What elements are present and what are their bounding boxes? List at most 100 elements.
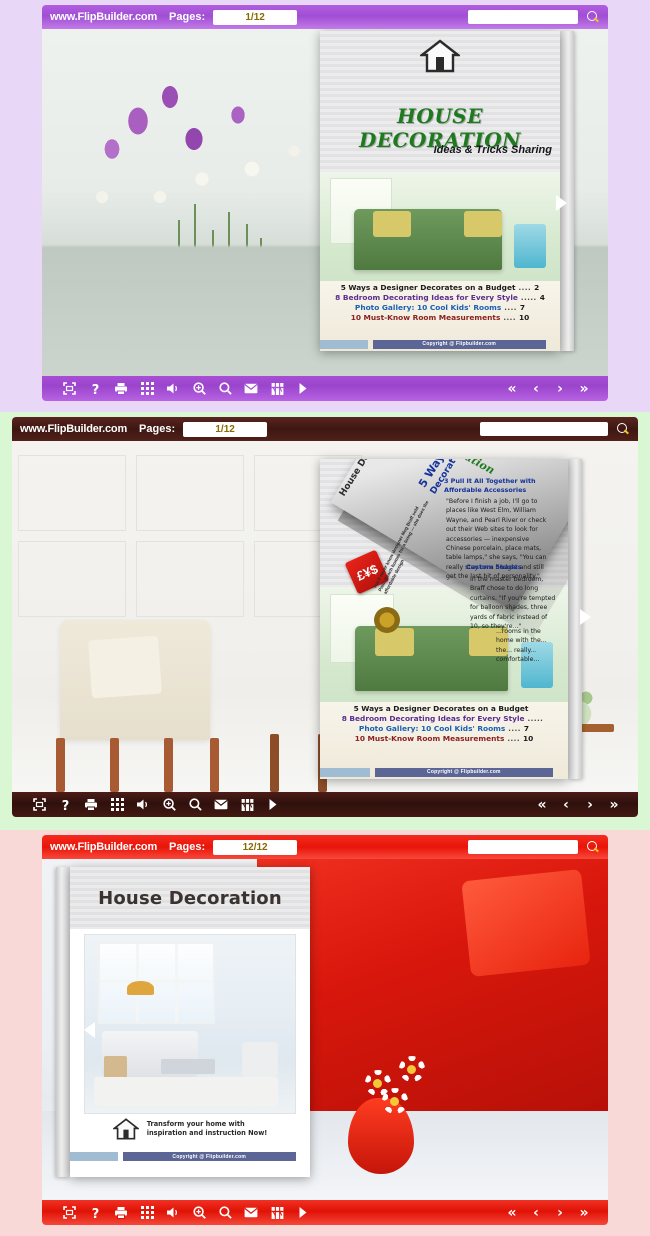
bottom-toolbar: ? « ‹ › »: [42, 376, 608, 401]
chair-leg: [110, 738, 119, 792]
toc-dots: ....: [503, 313, 516, 322]
auto-flip-icon[interactable]: [260, 794, 286, 816]
search-input[interactable]: [480, 422, 608, 436]
cover-photo: [320, 171, 560, 281]
search-icon[interactable]: [586, 10, 600, 24]
sound-icon[interactable]: [130, 794, 156, 816]
footer-block: [320, 339, 368, 349]
top-bar: www.FlipBuilder.com Pages: 12/12: [42, 835, 608, 859]
print-icon[interactable]: [78, 794, 104, 816]
turn-article-heading-2: Custom Shades: [466, 563, 522, 571]
last-page-button[interactable]: »: [604, 794, 624, 816]
page-indicator-input[interactable]: 1/12: [213, 9, 298, 25]
cover-lamp: [514, 224, 546, 268]
chair-leg: [210, 738, 219, 792]
toc-row: 10 Must-Know Room Measurements .... 10: [320, 313, 560, 323]
page-indicator-input[interactable]: 1/12: [183, 421, 268, 437]
last-page-button[interactable]: »: [574, 378, 594, 400]
flipbook-viewer: www.FlipBuilder.com Pages: 1/12: [12, 417, 638, 817]
page-indicator-input[interactable]: 12/12: [213, 839, 298, 855]
next-page-button[interactable]: ›: [550, 378, 570, 400]
previous-page-button[interactable]: ‹: [526, 1202, 546, 1224]
toc-title: 5 Ways a Designer Decorates on a Budget: [340, 282, 516, 292]
search-icon[interactable]: [212, 378, 238, 400]
book-stage: 5 Ways a Designer Decorates on a Budget …: [12, 441, 638, 792]
email-icon[interactable]: [238, 1202, 264, 1224]
fullscreen-icon[interactable]: [56, 1202, 82, 1224]
thumbnails-icon[interactable]: [104, 794, 130, 816]
fullscreen-icon[interactable]: [56, 378, 82, 400]
bookmark-icon[interactable]: [234, 794, 260, 816]
triangle-right-icon: [579, 608, 591, 625]
previous-page-button[interactable]: ‹: [526, 378, 546, 400]
search-input[interactable]: [468, 10, 578, 24]
previous-page-flip-arrow[interactable]: [78, 1008, 100, 1052]
auto-flip-icon[interactable]: [290, 378, 316, 400]
cover-cushion-right: [464, 210, 503, 238]
brand-label: www.FlipBuilder.com: [50, 841, 158, 853]
zoom-in-icon[interactable]: [186, 378, 212, 400]
search-icon[interactable]: [616, 422, 630, 436]
thumbnails-icon[interactable]: [134, 1202, 160, 1224]
cover-header: HOUSE DECORATION Ideas & Tricks Sharing: [320, 31, 560, 172]
next-page-button[interactable]: ›: [550, 1202, 570, 1224]
last-page-button[interactable]: »: [574, 1202, 594, 1224]
svg-text:?: ?: [91, 1207, 99, 1220]
cover-subtitle: Ideas & Tricks Sharing: [433, 143, 552, 156]
flipbook-viewer: www.FlipBuilder.com Pages: 1/12: [42, 5, 608, 401]
toc-page: 10: [518, 312, 530, 322]
search-icon[interactable]: [212, 1202, 238, 1224]
print-icon[interactable]: [108, 1202, 134, 1224]
previous-page-button[interactable]: ‹: [556, 794, 576, 816]
footer-block: [70, 1152, 118, 1162]
zoom-in-icon[interactable]: [156, 794, 182, 816]
first-page-button[interactable]: «: [502, 378, 522, 400]
next-page-flip-arrow[interactable]: [574, 595, 596, 639]
email-icon[interactable]: [208, 794, 234, 816]
toc-dots: ....: [518, 283, 532, 292]
bottom-toolbar: ? « ‹ › »: [12, 792, 638, 817]
glass-vase: [160, 272, 280, 368]
thumbnails-icon[interactable]: [134, 378, 160, 400]
search-input[interactable]: [468, 840, 578, 854]
book-back-cover-page: House Decoration Transform your home wit…: [70, 867, 310, 1177]
book: 5 Ways a Designer Decorates on a Budget …: [320, 459, 582, 779]
first-page-button[interactable]: «: [532, 794, 552, 816]
next-page-button[interactable]: ›: [580, 794, 600, 816]
bookmark-icon[interactable]: [264, 1202, 290, 1224]
help-icon[interactable]: ?: [82, 378, 108, 400]
tagline-line-2: inspiration and instruction Now!: [146, 1128, 268, 1137]
flower-stems: [160, 196, 280, 316]
house-icon: [420, 39, 460, 73]
print-icon[interactable]: [108, 378, 134, 400]
first-page-button[interactable]: «: [502, 1202, 522, 1224]
navigation-group: « ‹ › »: [502, 1202, 594, 1224]
svg-text:?: ?: [91, 383, 99, 396]
zoom-in-icon[interactable]: [186, 1202, 212, 1224]
copyright-label: Copyright @ Flipbuilder.com: [122, 1152, 296, 1162]
sound-icon[interactable]: [160, 378, 186, 400]
brand-label: www.FlipBuilder.com: [20, 423, 128, 435]
book: House Decoration Transform your home wit…: [56, 867, 310, 1177]
next-page-flip-arrow[interactable]: [550, 181, 572, 225]
page-edge-left: [56, 867, 70, 1177]
help-icon[interactable]: ?: [52, 794, 78, 816]
toc-title: 10 Must-Know Room Measurements: [350, 312, 501, 322]
search-icon[interactable]: [586, 840, 600, 854]
help-icon[interactable]: ?: [82, 1202, 108, 1224]
bottom-toolbar: ? « ‹ › »: [42, 1200, 608, 1225]
fullscreen-icon[interactable]: [26, 794, 52, 816]
sound-icon[interactable]: [160, 1202, 186, 1224]
search-icon[interactable]: [182, 794, 208, 816]
book-stage: House Decoration Transform your home wit…: [42, 859, 608, 1200]
bookmark-icon[interactable]: [264, 378, 290, 400]
toc-row: Photo Gallery: 10 Cool Kids' Rooms .... …: [320, 303, 560, 313]
house-icon: [112, 1118, 139, 1140]
book: HOUSE DECORATION Ideas & Tricks Sharing …: [320, 31, 574, 351]
turn-article-body-2: In the master bedroom, Braff chose to do…: [470, 576, 556, 631]
back-cover-header: House Decoration: [70, 867, 310, 929]
auto-flip-icon[interactable]: [290, 1202, 316, 1224]
page-turn-animation[interactable]: House Decoration House Decoration 5 Ways…: [320, 459, 568, 779]
email-icon[interactable]: [238, 378, 264, 400]
photo-coffee-table: [160, 1059, 216, 1074]
